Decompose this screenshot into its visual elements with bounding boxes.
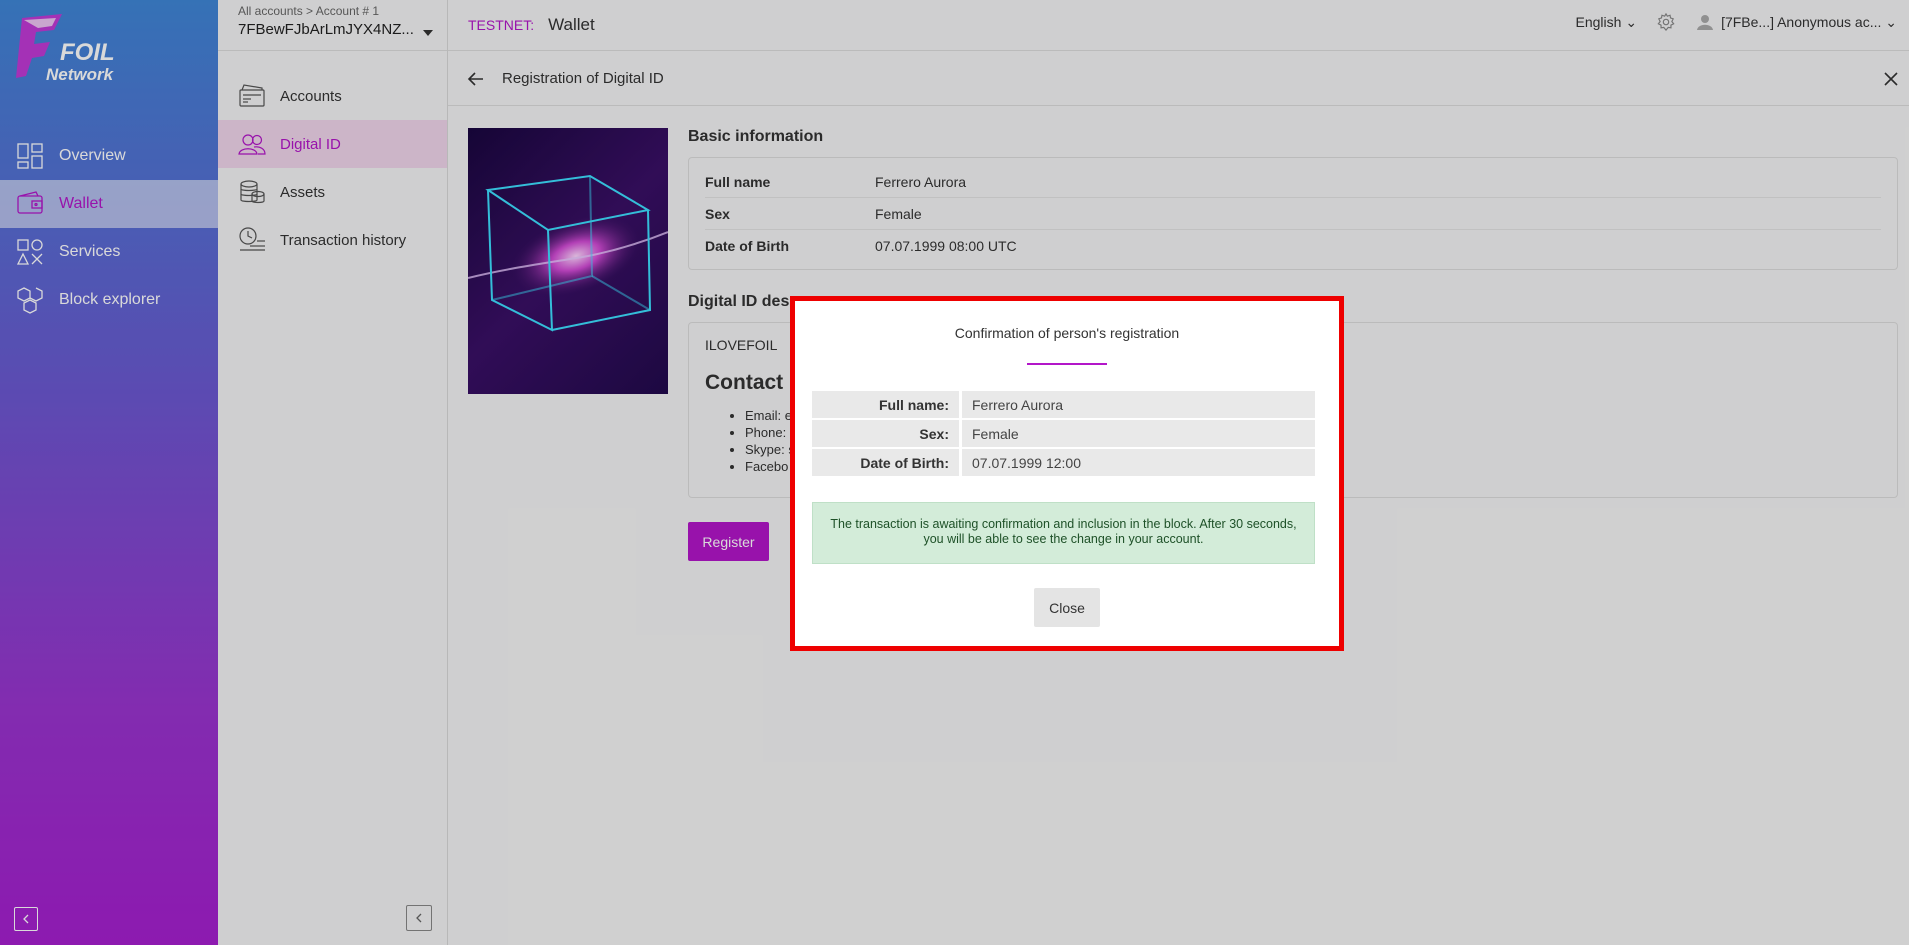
close-button[interactable]: Close	[1034, 588, 1100, 627]
confirmation-key: Full name:	[812, 391, 962, 418]
transaction-pending-alert: The transaction is awaiting confirmation…	[812, 502, 1315, 564]
table-row: Sex: Female	[812, 420, 1315, 447]
modal-title: Confirmation of person's registration	[954, 325, 1180, 341]
confirmation-table: Full name: Ferrero Aurora Sex: Female Da…	[812, 389, 1315, 478]
confirmation-value: 07.07.1999 12:00	[962, 449, 1315, 476]
table-row: Full name: Ferrero Aurora	[812, 391, 1315, 418]
confirmation-modal: Confirmation of person's registration Fu…	[790, 296, 1344, 651]
confirmation-key: Sex:	[812, 420, 962, 447]
confirmation-value: Ferrero Aurora	[962, 391, 1315, 418]
confirmation-key: Date of Birth:	[812, 449, 962, 476]
confirmation-value: Female	[962, 420, 1315, 447]
table-row: Date of Birth: 07.07.1999 12:00	[812, 449, 1315, 476]
modal-title-underline	[1027, 363, 1107, 365]
